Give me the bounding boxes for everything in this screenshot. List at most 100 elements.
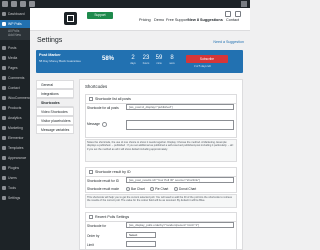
- shortcode-all-posts-field[interactable]: [ws_post id_display="published"]: [126, 104, 234, 110]
- tab-video-shortcodes[interactable]: Video Shortcodes: [36, 107, 74, 116]
- tab-visitor-placeholders[interactable]: Visitor placeholders: [36, 116, 74, 125]
- home-icon[interactable]: [11, 1, 17, 7]
- limit-field[interactable]: [126, 241, 156, 247]
- limit-label: Limit: [87, 243, 94, 247]
- subscribe-button[interactable]: Subscribe: [186, 55, 228, 63]
- sidebar-item-contact[interactable]: Contact: [0, 84, 30, 92]
- sidebar-item-media[interactable]: Media: [0, 54, 30, 62]
- countdown-unit: days: [130, 62, 136, 65]
- sidebar-item-dashboard[interactable]: Dashboard: [0, 10, 30, 18]
- countdown-value: 23: [142, 55, 150, 61]
- radio-donut-chart[interactable]: [174, 187, 178, 191]
- nav-suggestions[interactable]: New 8 Suggestions: [188, 18, 223, 22]
- account-icon[interactable]: [235, 11, 241, 17]
- sidebar-item-label: Pages: [8, 66, 18, 70]
- help-link[interactable]: Need a Suggestion: [213, 40, 244, 44]
- countdown-value: 59: [155, 55, 163, 61]
- orderby-select[interactable]: Select: [126, 232, 156, 238]
- sidebar-subitem-add[interactable]: Add New: [0, 33, 30, 38]
- marketing-icon: [2, 126, 6, 130]
- sidebar-item-templates[interactable]: Templates: [0, 144, 30, 152]
- recent-polls-shortcode-field[interactable]: [ws_display_polls orderby="random|recent…: [126, 222, 234, 228]
- countdown-mins: 59 mins: [154, 55, 164, 66]
- sidebar-item-label: Users: [8, 176, 17, 180]
- box-header: Shortcode list all posts: [86, 95, 236, 104]
- sidebar-item-appearance[interactable]: Appearance: [0, 154, 30, 162]
- nav-free-support[interactable]: Free Support: [166, 18, 188, 22]
- sidebar-item-woocommerce[interactable]: WooCommerce: [0, 94, 30, 102]
- sidebar-item-comments[interactable]: Comments: [0, 74, 30, 82]
- tab-integrations[interactable]: Integrations: [36, 89, 74, 98]
- radio-pie-chart[interactable]: [150, 187, 154, 191]
- shortcode-label: Shortcode for all posts: [87, 106, 119, 110]
- sidebar-item-label: Tools: [8, 186, 16, 190]
- templates-icon: [2, 146, 6, 150]
- admin-sidebar: Dashboard WP Polls All Polls Add New Pos…: [0, 8, 30, 250]
- sidebar-item-label: Elementor: [8, 136, 24, 140]
- sidebar-item-label: Contact: [8, 86, 20, 90]
- promo-banner: Post Marker 58 Day Money Back Guarantee …: [36, 50, 243, 73]
- appearance-icon: [2, 156, 6, 160]
- support-button[interactable]: Support: [87, 12, 113, 19]
- box-toggle-checkbox[interactable]: [89, 170, 93, 174]
- wordpress-logo-icon[interactable]: [2, 1, 8, 7]
- sidebar-item-pages[interactable]: Pages: [0, 64, 30, 72]
- elementor-icon: [2, 136, 6, 140]
- sidebar-item-analytics[interactable]: Analytics: [0, 114, 30, 122]
- box-toggle-checkbox[interactable]: [89, 215, 93, 219]
- posts-icon: [2, 46, 6, 50]
- pages-icon: [2, 66, 6, 70]
- nav-pricing[interactable]: Pricing: [139, 18, 151, 22]
- nav-demo[interactable]: Demo: [154, 18, 164, 22]
- help-icon[interactable]: [102, 122, 107, 127]
- box-title: Recent Polls Settings: [95, 215, 130, 219]
- sidebar-item-users[interactable]: Users: [0, 174, 30, 182]
- sidebar-item-label: Posts: [8, 46, 17, 50]
- sidebar-item-tools[interactable]: Tools: [0, 184, 30, 192]
- sidebar-submenu: All Polls Add New: [0, 28, 30, 40]
- countdown-unit: secs: [169, 62, 175, 65]
- notes-text: This shortcode will help you to get the …: [87, 196, 233, 203]
- sidebar-item-label: Analytics: [8, 116, 22, 120]
- box-toggle-checkbox[interactable]: [89, 97, 93, 101]
- box-header: Shortcode result by ID: [86, 168, 236, 177]
- user-avatar[interactable]: [241, 1, 247, 7]
- plugins-icon: [2, 166, 6, 170]
- sidebar-item-plugins[interactable]: Plugins: [0, 164, 30, 172]
- comments-icon[interactable]: [20, 1, 26, 7]
- users-icon: [2, 176, 6, 180]
- new-content-icon[interactable]: [29, 1, 35, 7]
- tools-icon: [2, 186, 6, 190]
- shortcode-result-field[interactable]: [ws_post_results id="Your Poll ID" sourc…: [126, 177, 234, 183]
- message-field[interactable]: [126, 120, 234, 130]
- promo-percent: 58%: [102, 56, 115, 62]
- notification-icon[interactable]: [225, 11, 231, 17]
- sidebar-item-label: WP Polls: [8, 22, 22, 26]
- sidebar-item-posts[interactable]: Posts: [0, 44, 30, 52]
- sidebar-item-label: Dashboard: [8, 12, 25, 16]
- dashboard-icon: [2, 12, 6, 16]
- tab-message-variables[interactable]: Message variables: [36, 125, 74, 134]
- radio-bar-chart[interactable]: [126, 187, 130, 191]
- settings-icon: [2, 196, 6, 200]
- countdown-days: 2 days: [128, 55, 138, 66]
- mode-label: Shortcode result mode: [87, 187, 120, 191]
- tab-general[interactable]: General: [36, 80, 74, 89]
- plugin-logo[interactable]: [64, 12, 77, 25]
- box-header: Recent Polls Settings: [86, 213, 236, 222]
- sidebar-item-settings[interactable]: Settings: [0, 194, 30, 202]
- sidebar-item-polls[interactable]: WP Polls: [0, 20, 30, 28]
- sidebar-item-label: Appearance: [8, 156, 27, 160]
- sidebar-item-products[interactable]: Products: [0, 104, 30, 112]
- sidebar-item-elementor[interactable]: Elementor: [0, 134, 30, 142]
- nav-contact[interactable]: Contact: [226, 18, 239, 22]
- radio-label: Pie Chart: [155, 187, 169, 191]
- sidebar-item-label: Comments: [8, 76, 25, 80]
- tab-shortcodes[interactable]: Shortcodes: [36, 98, 74, 107]
- section-title: Shortcodes: [85, 84, 108, 89]
- products-icon: [2, 106, 6, 110]
- contact-icon: [2, 86, 6, 90]
- orderby-label: Order by: [87, 234, 100, 238]
- sidebar-item-marketing[interactable]: Marketing: [0, 124, 30, 132]
- promo-note: 3 of 5 days left: [194, 65, 211, 68]
